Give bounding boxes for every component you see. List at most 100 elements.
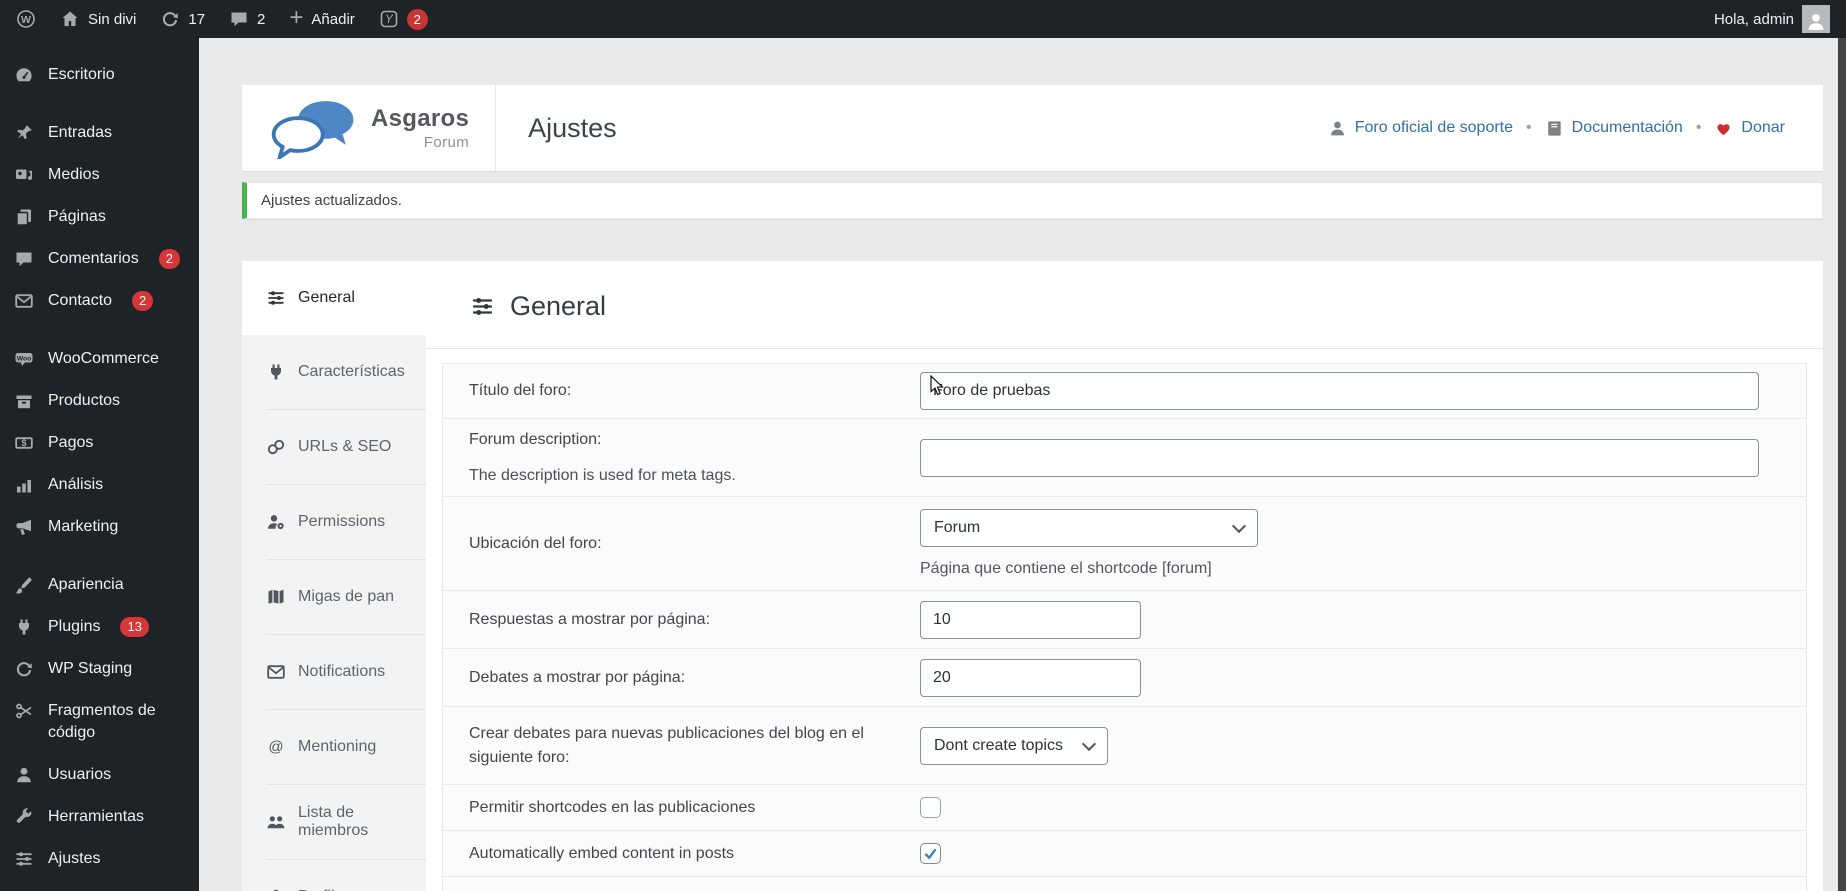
field-label: Crear debates para nuevas publicaciones … bbox=[469, 724, 864, 766]
sidebar-item-label: Apariencia bbox=[48, 576, 124, 593]
site-name: Sin divi bbox=[88, 10, 137, 28]
sidebar-item-analisis[interactable]: Análisis bbox=[0, 464, 199, 506]
sidebar-item-usuarios[interactable]: Usuarios bbox=[0, 754, 199, 796]
sidebar-item-pagos[interactable]: Pagos bbox=[0, 422, 199, 464]
sidebar-item-marketing[interactable]: Marketing bbox=[0, 506, 199, 548]
yoast-menu[interactable]: 2 bbox=[379, 8, 428, 30]
payments-icon bbox=[13, 432, 35, 454]
pin-icon bbox=[13, 122, 35, 144]
sidebar-item-paginas[interactable]: Páginas bbox=[0, 196, 199, 238]
sidebar-item-label: Ajustes bbox=[48, 850, 101, 867]
settings-tabs: General Características URLs & SEO Permi… bbox=[242, 261, 426, 891]
tab-notifications[interactable]: Notifications bbox=[242, 635, 426, 709]
sidebar-item-productos[interactable]: Productos bbox=[0, 380, 199, 422]
embed-content-checkbox[interactable] bbox=[920, 843, 941, 864]
allow-shortcodes-checkbox[interactable] bbox=[920, 797, 941, 818]
setting-row-posts-per-page: Respuestas a mostrar por página: bbox=[443, 591, 1806, 649]
comment-icon bbox=[13, 248, 35, 270]
sidebar-item-label: Herramientas bbox=[48, 808, 145, 825]
wrench-icon bbox=[13, 806, 35, 828]
yoast-notification-badge: 2 bbox=[406, 8, 428, 30]
tab-urls-seo[interactable]: URLs & SEO bbox=[242, 410, 426, 484]
sidebar-item-medios[interactable]: Medios bbox=[0, 154, 199, 196]
vertical-scrollbar[interactable] bbox=[1838, 38, 1846, 891]
notice-message: Ajustes actualizados. bbox=[261, 192, 402, 209]
setting-row-allow-shortcodes: Permitir shortcodes en las publicaciones bbox=[443, 785, 1806, 831]
sidebar-item-ajustes[interactable]: Ajustes bbox=[0, 838, 199, 880]
comment-icon bbox=[229, 9, 249, 29]
donate-link[interactable]: Donar bbox=[1714, 119, 1785, 138]
sidebar-item-entradas[interactable]: Entradas bbox=[0, 112, 199, 154]
blog-topics-select[interactable]: Dont create topics bbox=[920, 726, 1108, 765]
heart-icon bbox=[1714, 119, 1733, 138]
sidebar-item-herramientas[interactable]: Herramientas bbox=[0, 796, 199, 838]
updates-indicator[interactable]: 17 bbox=[160, 9, 205, 29]
add-new-label: Añadir bbox=[311, 10, 355, 28]
tab-general[interactable]: General bbox=[242, 261, 426, 335]
count-badge: 13 bbox=[120, 617, 149, 637]
tab-migas-de-pan[interactable]: Migas de pan bbox=[242, 560, 426, 634]
settings-container: General Características URLs & SEO Permi… bbox=[242, 261, 1823, 891]
sidebar-item-label: Productos bbox=[48, 392, 121, 409]
sidebar-item-label: Pagos bbox=[48, 434, 94, 451]
sidebar-separator bbox=[0, 322, 199, 338]
tab-lista-de-miembros[interactable]: Lista de miembros bbox=[242, 785, 426, 859]
scissors-icon bbox=[13, 700, 35, 722]
asgaros-logo-icon bbox=[271, 101, 354, 159]
forum-location-select[interactable]: Forum bbox=[920, 509, 1258, 547]
support-forum-link[interactable]: Foro oficial de soporte bbox=[1328, 119, 1513, 138]
sidebar-item-plugins[interactable]: Plugins 13 bbox=[0, 606, 199, 648]
admin-sidebar: Escritorio Entradas Medios Páginas Comen… bbox=[0, 38, 199, 891]
book-icon bbox=[1545, 119, 1564, 138]
comments-indicator[interactable]: 2 bbox=[229, 9, 265, 29]
field-label: Permitir shortcodes en las publicaciones bbox=[469, 798, 756, 816]
tab-profiles[interactable]: Profiles bbox=[242, 860, 426, 891]
documentation-link[interactable]: Documentación bbox=[1545, 119, 1683, 138]
field-label: Automatically embed content in posts bbox=[469, 844, 735, 862]
setting-row-topics-per-page: Debates a mostrar por página: bbox=[443, 649, 1806, 707]
sidebar-separator bbox=[0, 96, 199, 112]
sliders-icon bbox=[266, 288, 286, 308]
posts-per-page-input[interactable] bbox=[920, 600, 1141, 639]
admin-topbar: Sin divi 17 2 + Añadir 2 Hola, admin bbox=[0, 0, 1846, 38]
divider bbox=[495, 85, 497, 171]
update-icon bbox=[160, 9, 180, 29]
media-icon bbox=[13, 164, 35, 186]
account-menu[interactable]: Hola, admin bbox=[1714, 5, 1830, 33]
sidebar-item-wp-staging[interactable]: WP Staging bbox=[0, 648, 199, 690]
brand-name: Asgaros bbox=[371, 104, 470, 132]
bullet-separator: • bbox=[1526, 119, 1532, 136]
plugin-header: Asgaros Forum Ajustes Foro oficial de so… bbox=[242, 85, 1823, 171]
sidebar-item-fragmentos[interactable]: Fragmentos de código bbox=[0, 690, 199, 754]
tab-mentioning[interactable]: Mentioning bbox=[242, 710, 426, 784]
sidebar-item-label: WP Staging bbox=[48, 660, 133, 677]
yoast-icon bbox=[379, 9, 399, 29]
plug-icon bbox=[266, 362, 286, 382]
sidebar-item-comentarios[interactable]: Comentarios 2 bbox=[0, 238, 199, 280]
sidebar-item-escritorio[interactable]: Escritorio bbox=[0, 54, 199, 96]
new-content-menu[interactable]: + Añadir bbox=[289, 5, 355, 30]
site-menu[interactable]: Sin divi bbox=[60, 9, 136, 29]
sidebar-item-label: Entradas bbox=[48, 124, 113, 141]
topics-per-page-input[interactable] bbox=[920, 658, 1141, 697]
forum-title-input[interactable] bbox=[920, 372, 1759, 410]
brand-subtitle: Forum bbox=[423, 133, 470, 151]
sidebar-item-label: Usuarios bbox=[48, 766, 112, 783]
field-label: Debates a mostrar por página: bbox=[469, 668, 686, 686]
person-icon bbox=[266, 887, 286, 891]
field-label: Respuestas a mostrar por página: bbox=[469, 610, 711, 628]
tab-permissions[interactable]: Permissions bbox=[242, 485, 426, 559]
field-hint: The description is used for meta tags. bbox=[469, 466, 736, 484]
sidebar-item-woocommerce[interactable]: WooCommerce bbox=[0, 338, 199, 380]
forum-description-input[interactable] bbox=[920, 438, 1759, 477]
settings-updated-notice: Ajustes actualizados. bbox=[242, 182, 1823, 219]
updates-count: 17 bbox=[188, 10, 206, 28]
tab-caracteristicas[interactable]: Características bbox=[242, 335, 426, 409]
count-badge: 2 bbox=[158, 249, 180, 269]
sidebar-item-apariencia[interactable]: Apariencia bbox=[0, 564, 199, 606]
envelope-icon bbox=[266, 662, 286, 682]
sidebar-item-contacto[interactable]: Contacto 2 bbox=[0, 280, 199, 322]
wordpress-menu[interactable] bbox=[16, 9, 36, 29]
brand-text: Asgaros Forum bbox=[371, 104, 470, 151]
selected-option: Dont create topics bbox=[934, 736, 1063, 754]
